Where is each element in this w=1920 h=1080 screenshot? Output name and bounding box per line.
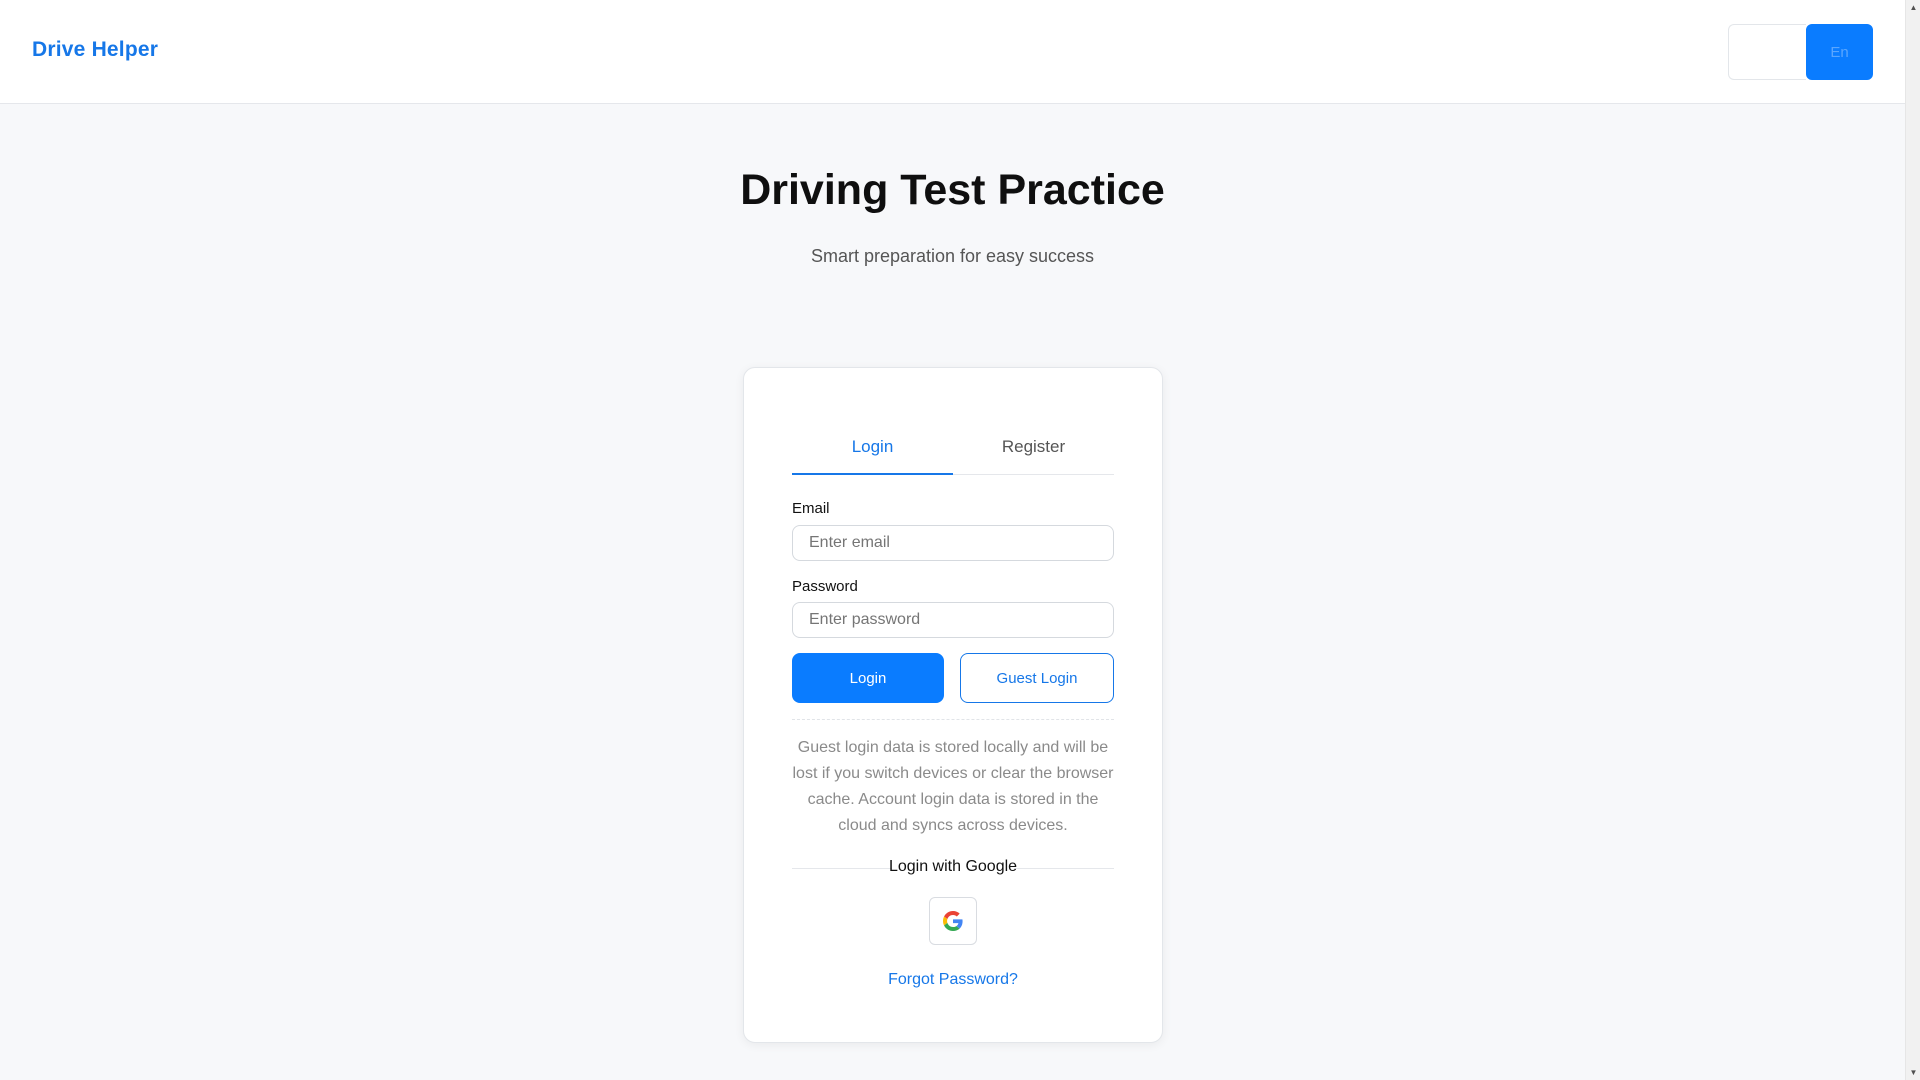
guest-login-button[interactable]: Guest Login (960, 653, 1114, 703)
divider (792, 719, 1114, 720)
scroll-up-icon[interactable]: ▲ (1906, 0, 1920, 15)
password-field[interactable] (792, 602, 1114, 638)
page: Drive Helper En Driving Test Practice Sm… (0, 0, 1905, 1080)
auth-tabs: Login Register (792, 420, 1114, 475)
language-switcher: En (1728, 24, 1873, 80)
social-login-label: Login with Google (888, 858, 1018, 875)
storage-notice: Guest login data is stored locally and w… (792, 739, 1114, 834)
brand-logo[interactable]: Drive Helper (32, 38, 158, 62)
password-label: Password (792, 578, 858, 595)
scroll-down-icon[interactable]: ▼ (1906, 1065, 1920, 1080)
top-navbar: Drive Helper En (0, 0, 1905, 104)
tab-login[interactable]: Login (792, 420, 953, 475)
forgot-password-link[interactable]: Forgot Password? (744, 971, 1162, 989)
auth-card: Login Register Email Password Login Gues… (743, 367, 1163, 1043)
google-g-icon (943, 911, 963, 931)
page-title: Driving Test Practice (740, 166, 1165, 214)
email-field[interactable] (792, 525, 1114, 561)
tab-register[interactable]: Register (953, 420, 1114, 474)
social-login-divider: Login with Google (792, 858, 1114, 878)
login-button[interactable]: Login (792, 653, 944, 703)
language-option-english[interactable]: En (1806, 24, 1873, 80)
vertical-scrollbar[interactable]: ▲ ▼ (1905, 0, 1920, 1080)
language-option-inactive[interactable] (1728, 24, 1806, 80)
login-actions: Login Guest Login (792, 653, 1114, 703)
page-subtitle: Smart preparation for easy success (810, 246, 1095, 266)
email-label: Email (792, 500, 830, 517)
google-login-button[interactable] (929, 897, 977, 945)
